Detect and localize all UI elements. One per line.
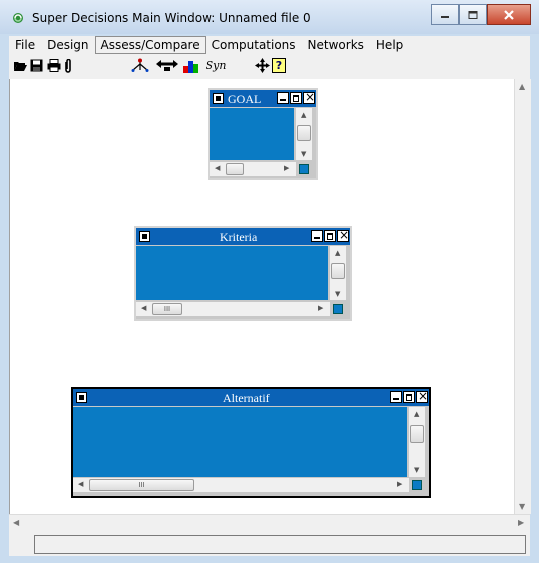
move-button[interactable] bbox=[254, 57, 270, 74]
minimize-icon[interactable] bbox=[277, 92, 289, 104]
main-window: Super Decisions Main Window: Unnamed fil… bbox=[0, 0, 539, 563]
maximize-icon[interactable] bbox=[403, 391, 415, 403]
cluster-horizontal-scrollbar[interactable]: ◀ III ▶ bbox=[73, 478, 409, 492]
minimize-button[interactable] bbox=[431, 4, 459, 25]
scroll-thumb[interactable]: III bbox=[89, 479, 194, 491]
cluster-kriteria[interactable]: Kriteria ▲ ▼ ◀ III ▶ bbox=[134, 226, 352, 321]
cluster-goal[interactable]: GOAL ▲ ▼ ◀ ▶ bbox=[208, 88, 318, 180]
scroll-up-arrow-icon[interactable]: ▲ bbox=[519, 82, 525, 91]
resize-corner[interactable] bbox=[412, 480, 422, 490]
node-tree-button[interactable] bbox=[130, 57, 150, 74]
menu-assess-compare[interactable]: Assess/Compare bbox=[94, 36, 206, 54]
cluster-window-buttons bbox=[276, 90, 315, 104]
cluster-content[interactable] bbox=[210, 108, 294, 160]
canvas-vertical-scrollbar[interactable]: ▲ ▼ bbox=[514, 79, 531, 514]
cluster-title-bar[interactable]: GOAL bbox=[210, 90, 316, 107]
minimize-icon[interactable] bbox=[390, 391, 402, 403]
super-decisions-app-icon bbox=[13, 13, 23, 23]
node-tree-icon bbox=[131, 58, 149, 72]
synthesis-button[interactable]: Syn bbox=[205, 57, 227, 74]
compare-icon bbox=[156, 60, 178, 71]
save-button[interactable] bbox=[29, 57, 44, 74]
cluster-title-bar[interactable]: Kriteria bbox=[136, 228, 350, 245]
compare-button[interactable] bbox=[155, 57, 179, 74]
save-icon bbox=[30, 59, 43, 72]
print-icon bbox=[47, 59, 60, 72]
toolbar: Syn ? bbox=[9, 55, 530, 77]
synthesis-icon: Syn bbox=[205, 59, 227, 72]
cluster-name: Kriteria bbox=[220, 230, 258, 244]
help-icon: ? bbox=[272, 58, 286, 73]
menu-design[interactable]: Design bbox=[41, 36, 94, 54]
cluster-title-bar[interactable]: Alternatif bbox=[73, 389, 429, 406]
cluster-name: Alternatif bbox=[223, 391, 270, 405]
window-title: Super Decisions Main Window: Unnamed fil… bbox=[32, 11, 311, 25]
maximize-icon[interactable] bbox=[324, 230, 336, 242]
print-button[interactable] bbox=[46, 57, 61, 74]
menu-help[interactable]: Help bbox=[370, 36, 409, 54]
close-button[interactable] bbox=[487, 4, 531, 25]
cluster-window-buttons bbox=[389, 389, 428, 403]
scroll-thumb[interactable] bbox=[297, 125, 311, 141]
menu-networks[interactable]: Networks bbox=[302, 36, 370, 54]
minimize-icon bbox=[441, 15, 449, 18]
scroll-thumb[interactable] bbox=[410, 425, 424, 443]
cluster-content[interactable] bbox=[136, 246, 328, 300]
scroll-down-arrow-icon[interactable]: ▼ bbox=[519, 502, 525, 511]
attach-button[interactable] bbox=[63, 57, 73, 74]
maximize-icon bbox=[468, 10, 478, 19]
maximize-icon[interactable] bbox=[290, 92, 302, 104]
network-canvas[interactable]: GOAL ▲ ▼ ◀ ▶ bbox=[9, 79, 515, 514]
scroll-thumb[interactable] bbox=[226, 163, 244, 175]
menu-computations[interactable]: Computations bbox=[206, 36, 302, 54]
menu-file[interactable]: File bbox=[9, 36, 41, 54]
scroll-left-arrow-icon[interactable]: ◀ bbox=[13, 518, 19, 527]
close-icon bbox=[504, 9, 514, 20]
help-button[interactable]: ? bbox=[271, 57, 287, 74]
scroll-thumb[interactable] bbox=[331, 263, 345, 279]
close-icon[interactable] bbox=[416, 389, 428, 403]
minimize-icon[interactable] bbox=[311, 230, 323, 242]
cluster-name: GOAL bbox=[228, 92, 262, 106]
bar-chart-icon bbox=[183, 60, 198, 73]
cluster-content[interactable] bbox=[73, 407, 407, 477]
cluster-vertical-scrollbar[interactable]: ▲ ▼ bbox=[409, 407, 425, 477]
resize-corner[interactable] bbox=[299, 164, 309, 174]
system-menu-icon[interactable] bbox=[213, 93, 224, 104]
cluster-window-buttons bbox=[310, 228, 349, 242]
open-button[interactable] bbox=[12, 57, 28, 74]
scroll-right-arrow-icon[interactable]: ▶ bbox=[518, 518, 524, 527]
open-folder-icon bbox=[13, 62, 27, 71]
status-message-field bbox=[34, 535, 526, 554]
system-menu-icon[interactable] bbox=[76, 392, 87, 403]
system-menu-icon[interactable] bbox=[139, 231, 150, 242]
canvas-horizontal-scrollbar[interactable]: ◀ ▶ bbox=[9, 514, 530, 531]
close-icon[interactable] bbox=[337, 228, 349, 242]
cluster-horizontal-scrollbar[interactable]: ◀ ▶ bbox=[210, 162, 296, 176]
scroll-thumb[interactable]: III bbox=[152, 303, 182, 315]
menu-bar: File Design Assess/Compare Computations … bbox=[9, 36, 530, 54]
bar-chart-button[interactable] bbox=[182, 57, 200, 74]
cluster-horizontal-scrollbar[interactable]: ◀ III ▶ bbox=[136, 302, 330, 316]
client-area: File Design Assess/Compare Computations … bbox=[9, 36, 531, 556]
move-icon bbox=[254, 58, 270, 73]
maximize-button[interactable] bbox=[459, 4, 487, 25]
cluster-vertical-scrollbar[interactable]: ▲ ▼ bbox=[330, 246, 346, 300]
title-bar[interactable]: Super Decisions Main Window: Unnamed fil… bbox=[0, 0, 539, 34]
attach-icon bbox=[65, 58, 71, 73]
cluster-alternatif[interactable]: Alternatif ▲ ▼ ◀ III ▶ bbox=[71, 387, 431, 498]
cluster-vertical-scrollbar[interactable]: ▲ ▼ bbox=[296, 108, 312, 160]
resize-corner[interactable] bbox=[333, 304, 343, 314]
caption-buttons bbox=[431, 4, 531, 25]
close-icon[interactable] bbox=[303, 90, 315, 104]
status-bar bbox=[9, 532, 530, 556]
